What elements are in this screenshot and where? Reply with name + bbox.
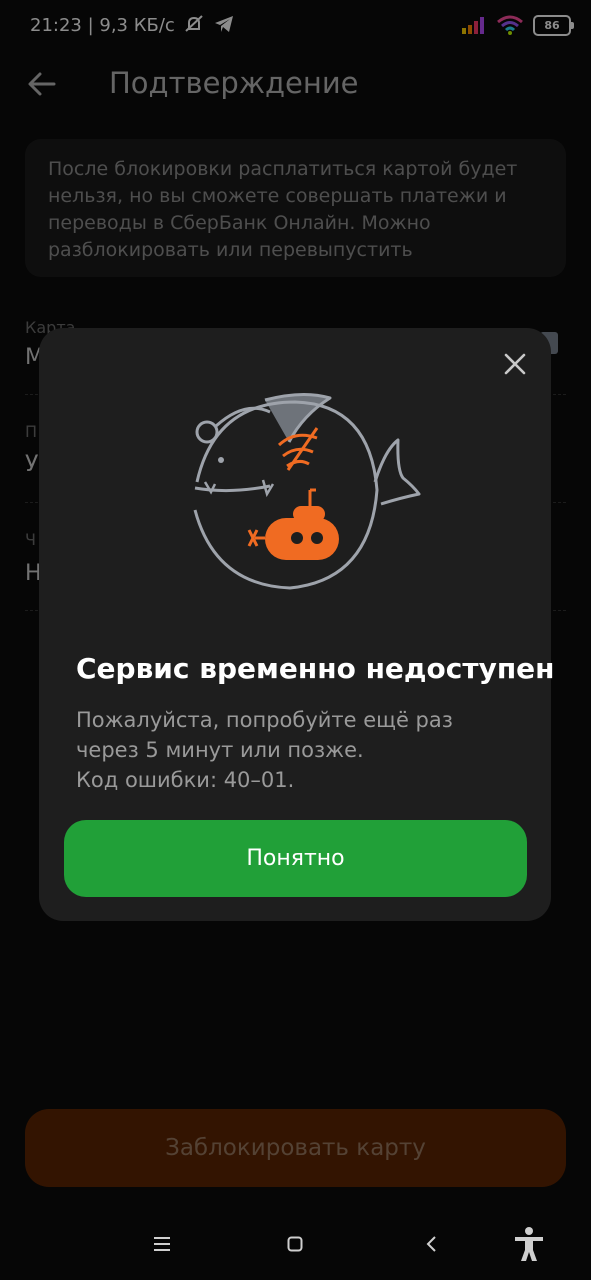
close-button[interactable] xyxy=(500,349,530,379)
angler-fish-illustration xyxy=(193,392,421,590)
home-icon[interactable] xyxy=(287,1236,303,1252)
back-nav-icon[interactable] xyxy=(424,1235,438,1253)
ok-button[interactable]: Понятно xyxy=(64,820,527,897)
accessibility-icon[interactable] xyxy=(512,1226,546,1262)
modal-body: Пожалуйста, попробуйте ещё раз через 5 м… xyxy=(76,708,453,792)
close-icon xyxy=(504,353,526,375)
menu-icon[interactable] xyxy=(152,1236,172,1252)
modal-title: Сервис временно недоступен xyxy=(76,652,555,685)
